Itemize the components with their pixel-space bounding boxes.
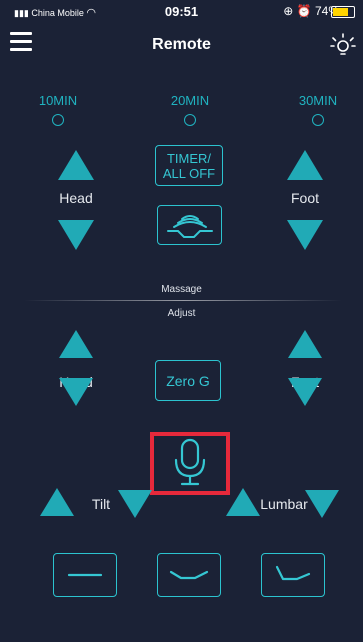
sun-light-icon xyxy=(330,33,356,55)
tilt-label: Tilt xyxy=(91,496,111,512)
timer-10min-radio[interactable] xyxy=(52,114,64,126)
timer-all-off-button[interactable]: TIMER/ ALL OFF xyxy=(155,145,223,186)
timer-20min-radio[interactable] xyxy=(184,114,196,126)
hamburger-menu-icon xyxy=(10,32,32,35)
massage-head-down-button[interactable] xyxy=(58,220,94,250)
tilt-up-button[interactable] xyxy=(40,488,74,516)
battery-icon xyxy=(331,6,355,18)
lounge-preset-icon xyxy=(275,565,311,581)
flat-preset-icon xyxy=(67,573,103,577)
massage-foot-label: Foot xyxy=(290,190,319,206)
tilt-down-button[interactable] xyxy=(118,490,152,518)
adjust-foot-up-button[interactable] xyxy=(288,330,322,358)
light-button[interactable] xyxy=(330,32,356,58)
timer-10min-label: 10MIN xyxy=(38,93,78,108)
microphone-icon xyxy=(174,438,206,486)
massage-wave-icon xyxy=(166,215,213,238)
timer-30min-label: 30MIN xyxy=(298,93,338,108)
lumbar-down-button[interactable] xyxy=(305,490,339,518)
page-title: Remote xyxy=(152,36,211,53)
zero-gravity-preset-button[interactable] xyxy=(157,553,221,597)
alarm-icon: ⏰ xyxy=(296,4,312,18)
lumbar-label: Lumbar xyxy=(260,496,308,512)
status-bar: ▮▮▮ China Mobile ◠ 09:51 ⊕ ⏰ 74% xyxy=(0,0,363,24)
massage-head-up-button[interactable] xyxy=(58,150,94,180)
timer-20min-label: 20MIN xyxy=(170,93,210,108)
zero-g-button[interactable]: Zero G xyxy=(155,360,221,401)
massage-wave-button[interactable] xyxy=(157,205,222,245)
massage-head-label: Head xyxy=(59,190,93,206)
adjust-section-label: Adjust xyxy=(167,308,196,319)
adjust-head-up-button[interactable] xyxy=(59,330,93,358)
flat-preset-button[interactable] xyxy=(53,553,117,597)
zero-gravity-preset-icon xyxy=(169,570,209,580)
section-divider xyxy=(24,300,342,301)
massage-section-label: Massage xyxy=(161,284,202,295)
voice-button-highlight[interactable] xyxy=(150,432,230,495)
lounge-preset-button[interactable] xyxy=(261,553,325,597)
lock-rotation-icon: ⊕ xyxy=(283,4,294,18)
massage-foot-down-button[interactable] xyxy=(287,220,323,250)
timer-30min-radio[interactable] xyxy=(312,114,324,126)
adjust-foot-down-button[interactable] xyxy=(288,378,322,406)
massage-foot-up-button[interactable] xyxy=(287,150,323,180)
lumbar-up-button[interactable] xyxy=(226,488,260,516)
adjust-head-down-button[interactable] xyxy=(59,378,93,406)
